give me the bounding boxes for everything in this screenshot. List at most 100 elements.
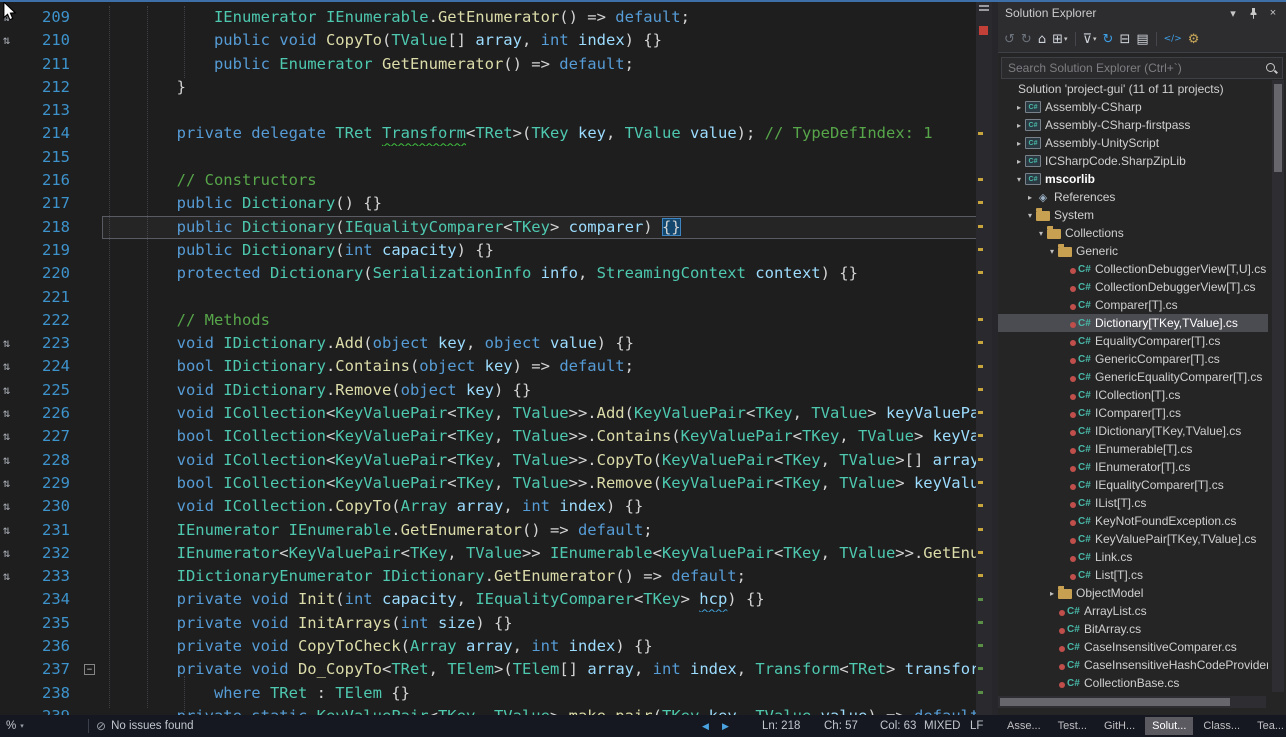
chevron-collapsed-icon[interactable]: ▸ xyxy=(1013,139,1025,148)
code-line-224[interactable]: ⇅224 bool IDictionary.Contains(object key… xyxy=(0,355,992,378)
tree-item[interactable]: C#Dictionary[TKey,TValue].cs xyxy=(998,314,1268,332)
tree-item[interactable]: C#List[T].cs xyxy=(998,566,1268,584)
line-number[interactable]: 219 xyxy=(26,239,76,262)
code-line-220[interactable]: 220protected Dictionary(SerializationInf… xyxy=(0,262,992,285)
code-line-237[interactable]: 237−private void Do_CopyTo<TRet, TElem>(… xyxy=(0,658,992,681)
tree-item[interactable]: C#IDictionary[TKey,TValue].cs xyxy=(998,422,1268,440)
tree-item[interactable]: C#IEnumerable[T].cs xyxy=(998,440,1268,458)
tree-item[interactable]: C#CollectionDebuggerView[T,U].cs xyxy=(998,260,1268,278)
code-line-238[interactable]: 238 where TRet : TElem {} xyxy=(0,682,992,705)
fold-margin[interactable] xyxy=(76,122,102,145)
tab-solut[interactable]: Solut... xyxy=(1145,717,1193,735)
line-number[interactable]: 225 xyxy=(26,379,76,402)
override-indicator-icon[interactable]: ⇅ xyxy=(0,355,26,378)
override-indicator-icon[interactable]: ⇅ xyxy=(0,29,26,52)
tree-item[interactable]: C#EqualityComparer[T].cs xyxy=(998,332,1268,350)
code-line-231[interactable]: ⇅231IEnumerator IEnumerable.GetEnumerato… xyxy=(0,519,992,542)
code-line-223[interactable]: ⇅223void IDictionary.Add(object key, obj… xyxy=(0,332,992,355)
chevron-expanded-icon[interactable]: ▾ xyxy=(1035,229,1047,238)
fold-margin[interactable] xyxy=(76,99,102,122)
code-line-229[interactable]: ⇅229bool ICollection<KeyValuePair<TKey, … xyxy=(0,472,992,495)
encoding-indicator[interactable]: MIXED xyxy=(924,715,960,737)
chevron-collapsed-icon[interactable]: ▸ xyxy=(1013,121,1025,130)
code-text[interactable]: where TRet : TElem {} xyxy=(102,682,992,705)
line-number[interactable]: 222 xyxy=(26,309,76,332)
code-text[interactable]: public Dictionary() {} xyxy=(102,192,992,215)
code-line-213[interactable]: 213 xyxy=(0,99,992,122)
line-number[interactable]: 216 xyxy=(26,169,76,192)
fold-margin[interactable] xyxy=(76,6,102,29)
chevron-collapsed-icon[interactable]: ▸ xyxy=(1046,589,1058,598)
chevron-expanded-icon[interactable]: ▾ xyxy=(1046,247,1058,256)
line-indicator[interactable]: Ln: 218 xyxy=(762,715,800,737)
code-text[interactable]: protected Dictionary(SerializationInfo i… xyxy=(102,262,992,285)
tree-item[interactable]: C#GenericEqualityComparer[T].cs xyxy=(998,368,1268,386)
fold-margin[interactable] xyxy=(76,519,102,542)
code-text[interactable]: bool ICollection<KeyValuePair<TKey, TVal… xyxy=(102,425,992,448)
filter-button[interactable]: ⊽▾ xyxy=(1081,30,1099,48)
code-text[interactable]: private static KeyValuePair<TKey, TValue… xyxy=(102,705,992,715)
fold-margin[interactable] xyxy=(76,309,102,332)
fold-margin[interactable] xyxy=(76,635,102,658)
line-number[interactable]: 223 xyxy=(26,332,76,355)
tree-item[interactable]: ▸C#Assembly-CSharp-firstpass xyxy=(998,116,1268,134)
line-number[interactable]: 237 xyxy=(26,658,76,681)
line-number[interactable]: 238 xyxy=(26,682,76,705)
code-text[interactable] xyxy=(102,146,992,169)
tab-gith[interactable]: GitH... xyxy=(1097,717,1142,735)
tree-item[interactable]: Solution 'project-gui' (11 of 11 project… xyxy=(998,80,1268,98)
properties-button[interactable]: ⚙ xyxy=(1186,30,1202,48)
code-text[interactable]: bool IDictionary.Contains(object key) =>… xyxy=(102,355,992,378)
line-number[interactable]: 209 xyxy=(26,6,76,29)
code-view-button[interactable]: </> xyxy=(1162,30,1184,48)
override-indicator-icon[interactable]: ⇅ xyxy=(0,449,26,472)
code-text[interactable] xyxy=(102,286,992,309)
line-number[interactable]: 224 xyxy=(26,355,76,378)
fold-margin[interactable] xyxy=(76,612,102,635)
code-line-214[interactable]: 214private delegate TRet Transform<TRet>… xyxy=(0,122,992,145)
code-text[interactable]: public Dictionary(int capacity) {} xyxy=(102,239,992,262)
tab-test[interactable]: Test... xyxy=(1051,717,1094,735)
line-number[interactable]: 233 xyxy=(26,565,76,588)
tree-item[interactable]: C#Link.cs xyxy=(998,548,1268,566)
tree-item[interactable]: ▸ObjectModel xyxy=(998,584,1268,602)
tree-item[interactable]: C#CollectionBase.cs xyxy=(998,674,1268,692)
code-text[interactable]: IEnumerator IEnumerable.GetEnumerator() … xyxy=(102,6,992,29)
tree-item[interactable]: ▾Collections xyxy=(998,224,1268,242)
code-text[interactable]: } xyxy=(102,76,992,99)
code-text[interactable] xyxy=(102,99,992,122)
tree-item[interactable]: ▸C#ICSharpCode.SharpZipLib xyxy=(998,152,1268,170)
line-number[interactable]: 226 xyxy=(26,402,76,425)
line-number[interactable]: 236 xyxy=(26,635,76,658)
panel-horizontal-scrollbar[interactable] xyxy=(998,696,1266,708)
fold-margin[interactable] xyxy=(76,286,102,309)
code-line-236[interactable]: 236private void CopyToCheck(Array array,… xyxy=(0,635,992,658)
fold-margin[interactable] xyxy=(76,53,102,76)
override-indicator-icon[interactable]: ⇅ xyxy=(0,472,26,495)
line-ending-indicator[interactable]: LF xyxy=(970,715,983,737)
fold-margin[interactable] xyxy=(76,682,102,705)
fold-margin[interactable] xyxy=(76,146,102,169)
line-number[interactable]: 215 xyxy=(26,146,76,169)
search-box[interactable] xyxy=(1001,57,1283,79)
split-editor-handle[interactable] xyxy=(979,5,989,7)
fold-margin[interactable]: − xyxy=(76,658,102,681)
code-line-211[interactable]: 211public Enumerator GetEnumerator() => … xyxy=(0,53,992,76)
char-indicator[interactable]: Ch: 57 xyxy=(824,715,858,737)
fold-margin[interactable] xyxy=(76,565,102,588)
code-text[interactable]: private void Do_CopyTo<TRet, TElem>(TEle… xyxy=(102,658,992,681)
override-indicator-icon[interactable]: ⇅ xyxy=(0,519,26,542)
tree-item[interactable]: ▸C#Assembly-UnityScript xyxy=(998,134,1268,152)
chevron-collapsed-icon[interactable]: ▸ xyxy=(1013,157,1025,166)
fold-margin[interactable] xyxy=(76,262,102,285)
line-number[interactable]: 239 xyxy=(26,705,76,715)
tree-item[interactable]: C#BitArray.cs xyxy=(998,620,1268,638)
collapse-all-button[interactable]: ⊟ xyxy=(1117,30,1132,48)
fold-margin[interactable] xyxy=(76,588,102,611)
tree-item[interactable]: C#IEnumerator[T].cs xyxy=(998,458,1268,476)
window-position-icon[interactable]: ▾ xyxy=(1224,5,1242,21)
scrollbar-thumb[interactable] xyxy=(1274,84,1282,172)
line-number[interactable]: 228 xyxy=(26,449,76,472)
code-line-217[interactable]: 217public Dictionary() {} xyxy=(0,192,992,215)
fold-margin[interactable] xyxy=(76,705,102,715)
